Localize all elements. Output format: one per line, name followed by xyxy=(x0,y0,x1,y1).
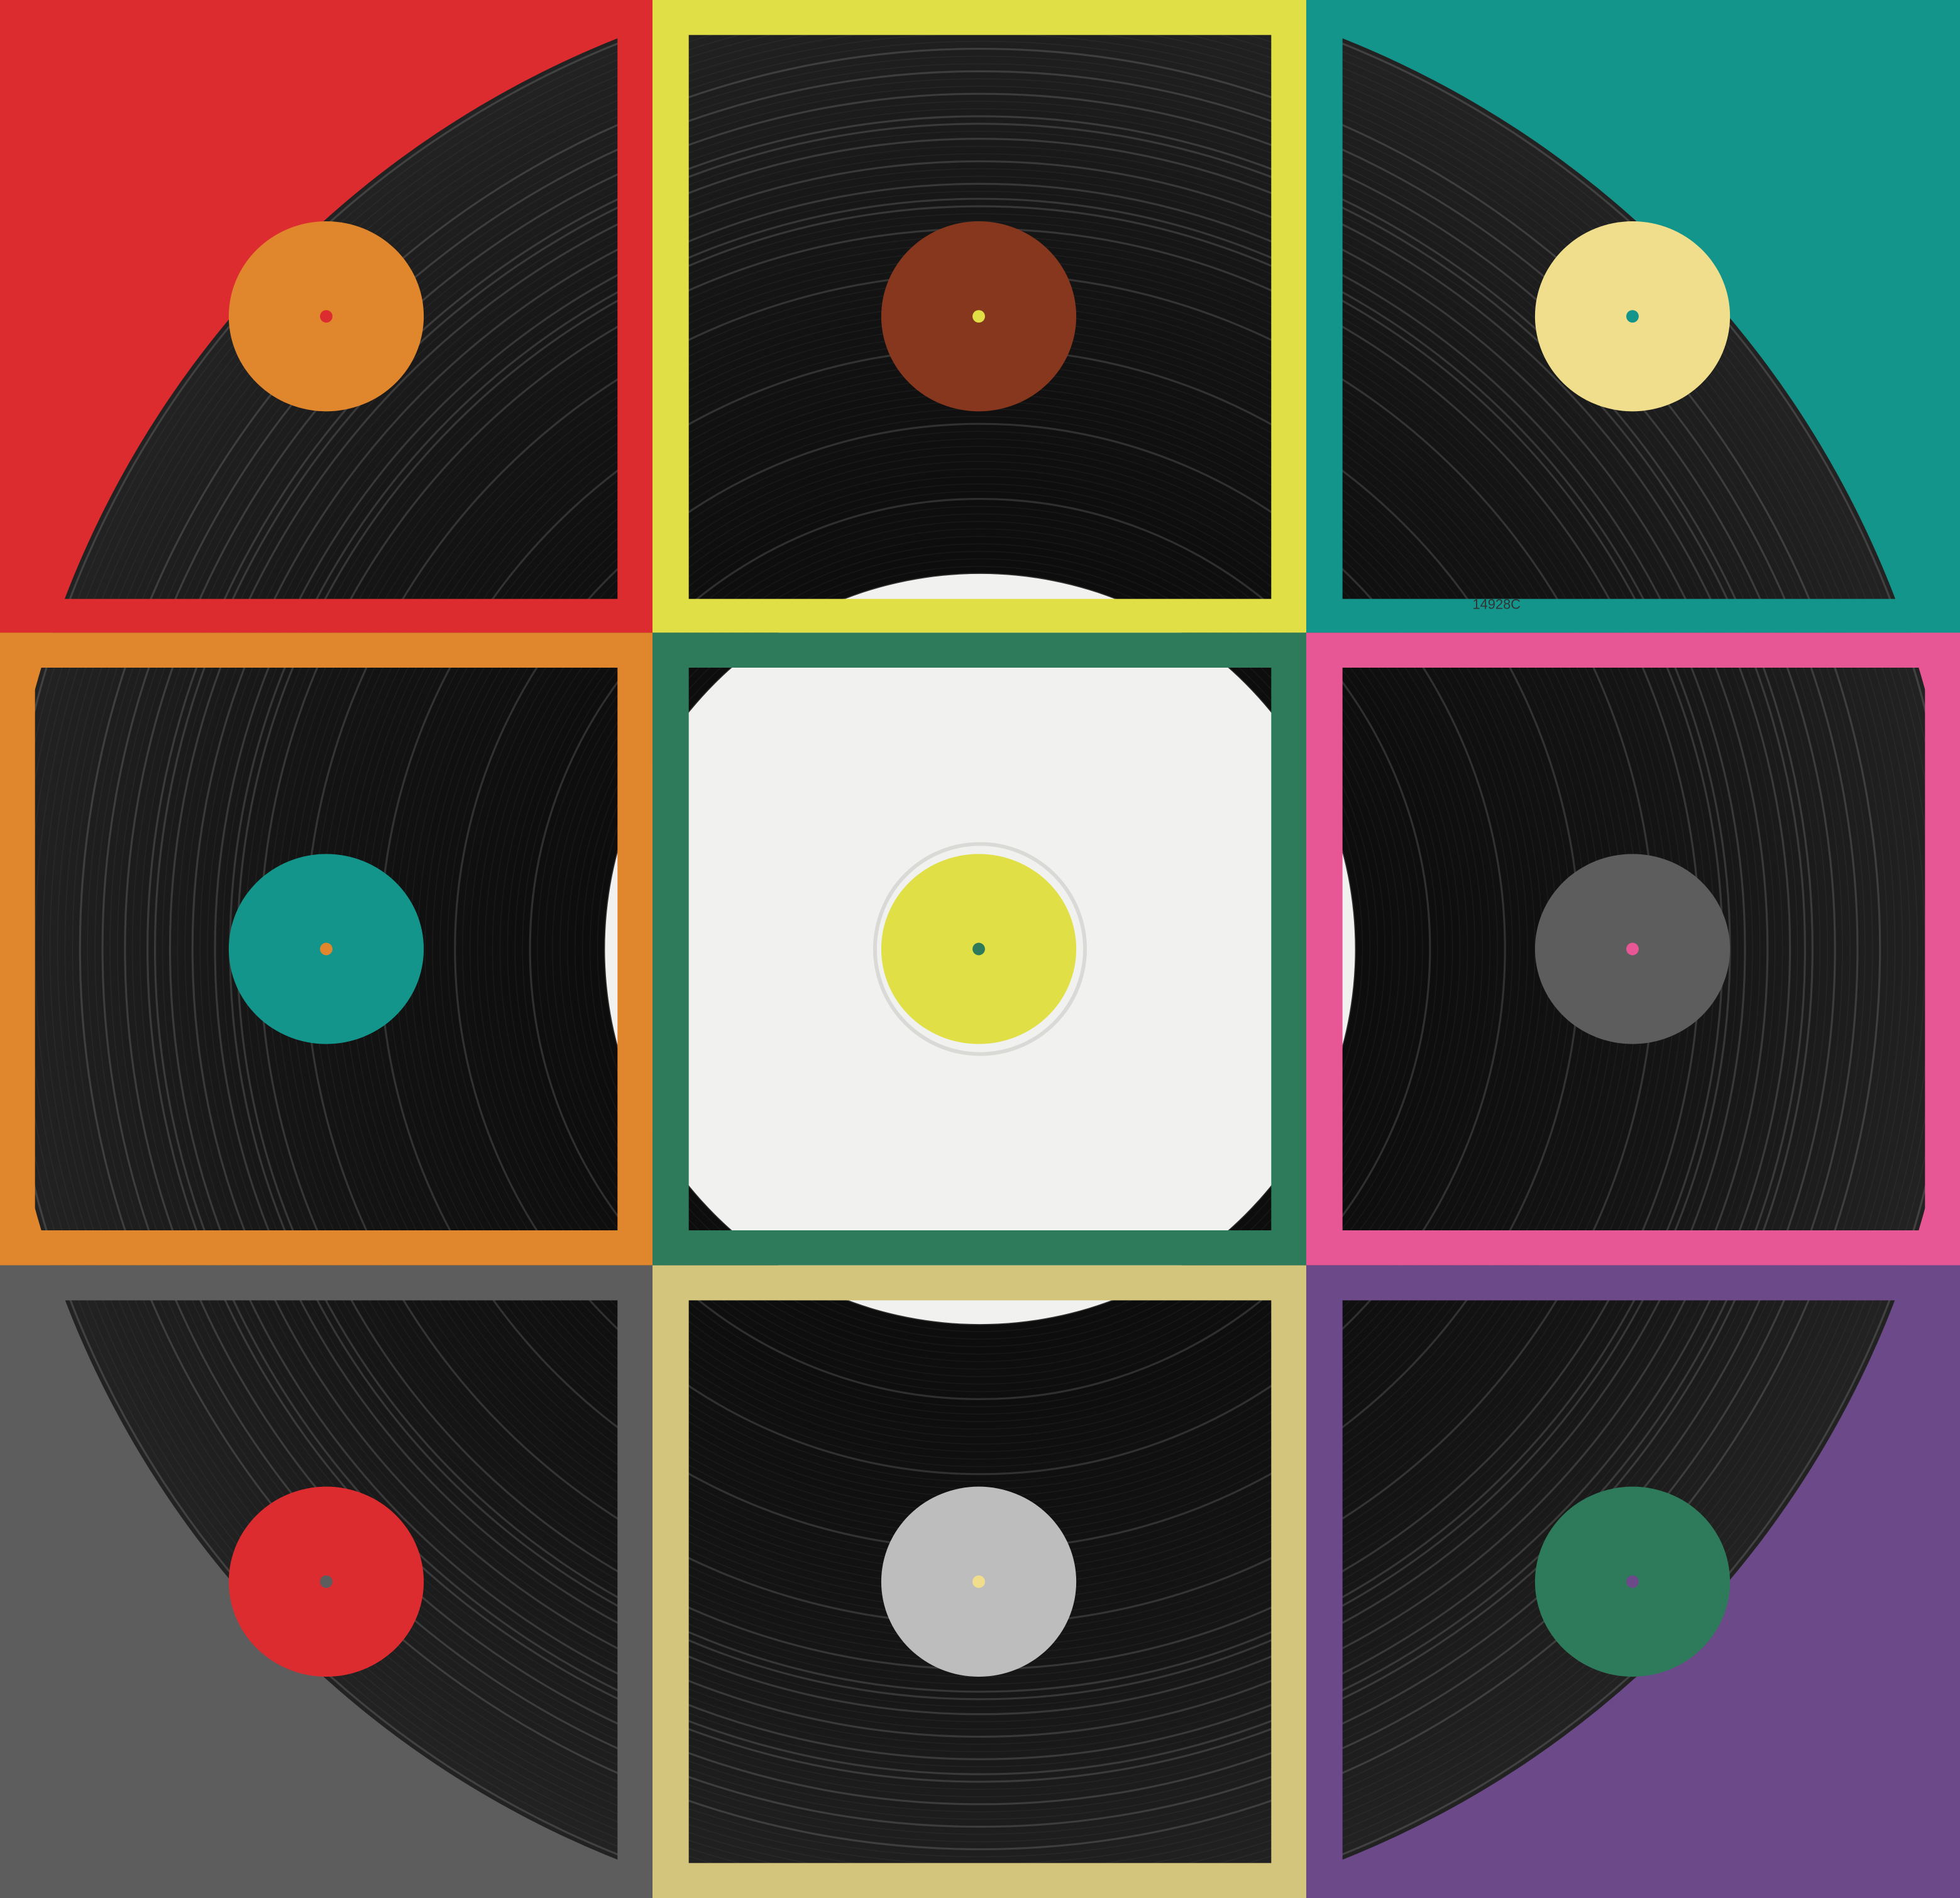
tile-bottom-right-spindle-hole xyxy=(1626,1575,1639,1588)
tile-middle-right-spindle-hole xyxy=(1626,942,1639,956)
tile-top-left-spindle-hole xyxy=(320,310,333,323)
catalog-code: 14928C xyxy=(1472,597,1521,612)
tile-top-right-spindle-hole xyxy=(1626,310,1639,323)
tile-center-spindle-hole xyxy=(972,942,985,956)
tile-top-center-spindle-hole xyxy=(972,310,985,323)
tile-bottom-center-spindle-hole xyxy=(972,1575,985,1588)
tile-middle-left-spindle-hole xyxy=(320,942,333,956)
tile-bottom-left-spindle-hole xyxy=(320,1575,333,1588)
record-grid-artwork: 14928C xyxy=(0,0,1960,1898)
